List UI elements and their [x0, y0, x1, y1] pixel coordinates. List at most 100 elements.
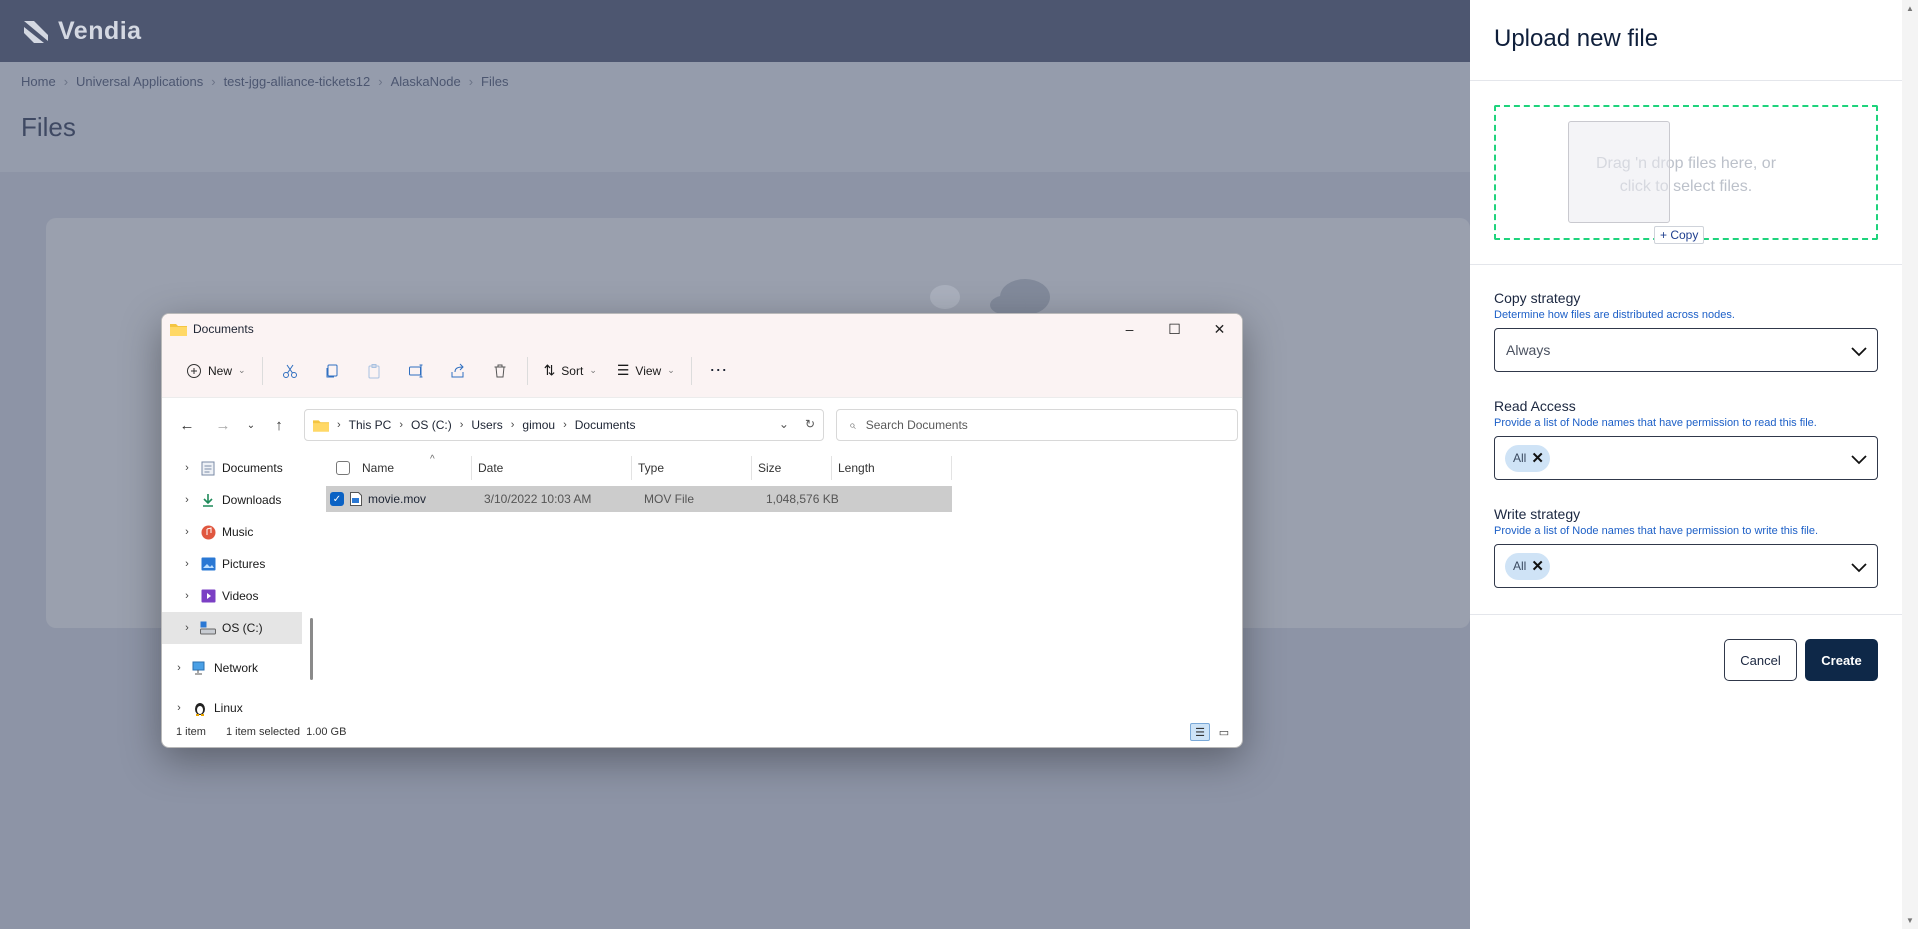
address-this-pc[interactable]: This PC	[349, 418, 392, 432]
sort-button[interactable]: ⇅ Sort ⌄	[536, 355, 605, 387]
file-explorer-window[interactable]: Documents – ☐ ✕ New ⌄ ⇅ Sort ⌄ ☰ View ⌄ …	[161, 313, 1243, 748]
remove-chip-icon[interactable]: ✕	[1531, 449, 1544, 467]
explorer-titlebar[interactable]: Documents – ☐ ✕	[162, 314, 1242, 344]
navigation-pane[interactable]: › Documents › Downloads › Music › Pictur…	[162, 452, 302, 718]
more-options-button[interactable]: ⋯	[700, 355, 738, 387]
create-button[interactable]: Create	[1805, 639, 1878, 681]
address-user[interactable]: gimou	[522, 418, 555, 432]
expand-chevron-icon[interactable]: ›	[170, 662, 188, 674]
nav-item-os-drive[interactable]: › OS (C:)	[162, 612, 302, 644]
rename-button[interactable]	[397, 355, 435, 387]
expand-chevron-icon[interactable]: ›	[178, 590, 196, 602]
breadcrumb-node[interactable]: AlaskaNode	[391, 74, 461, 89]
column-header-length[interactable]: Length	[832, 456, 952, 480]
select-all-checkbox[interactable]	[336, 461, 350, 475]
address-history-chevron-icon[interactable]: ⌄	[779, 417, 789, 431]
forward-arrow-icon[interactable]: →	[206, 410, 240, 440]
nav-item-pictures[interactable]: › Pictures	[162, 548, 302, 580]
back-arrow-icon[interactable]: ←	[170, 410, 204, 440]
minimize-icon[interactable]: –	[1107, 314, 1152, 344]
vendia-logo[interactable]: Vendia	[22, 17, 142, 46]
address-documents[interactable]: Documents	[575, 418, 636, 432]
nav-item-music[interactable]: › Music	[162, 516, 302, 548]
view-button[interactable]: ☰ View ⌄	[609, 355, 683, 387]
up-arrow-icon[interactable]: ↑	[262, 410, 296, 440]
breadcrumb-application[interactable]: test-jgg-alliance-tickets12	[224, 74, 371, 89]
close-icon[interactable]: ✕	[1197, 314, 1242, 344]
nav-item-network[interactable]: › Network	[162, 652, 302, 684]
item-count: 1 item	[176, 726, 206, 738]
sort-button-label: Sort	[561, 363, 584, 378]
expand-chevron-icon[interactable]: ›	[178, 558, 196, 570]
chevron-down-icon: ⌄	[589, 365, 597, 375]
address-drive[interactable]: OS (C:)	[411, 418, 452, 432]
new-button-label: New	[208, 363, 233, 378]
file-row[interactable]: ✓ movie.mov 3/10/2022 10:03 AM MOV File …	[326, 486, 952, 512]
delete-button[interactable]	[481, 355, 519, 387]
expand-chevron-icon[interactable]: ›	[178, 526, 196, 538]
refresh-icon[interactable]: ↻	[805, 417, 815, 431]
file-dropzone[interactable]: Drag 'n drop files here, or click to sel…	[1494, 105, 1878, 244]
breadcrumb-separator: ›	[211, 74, 216, 89]
breadcrumb-home[interactable]: Home	[21, 74, 56, 89]
nav-item-label: Pictures	[222, 557, 266, 571]
address-separator: ›	[459, 419, 464, 431]
read-access-field: Read Access Provide a list of Node names…	[1494, 398, 1878, 480]
cancel-button[interactable]: Cancel	[1724, 639, 1797, 681]
breadcrumb-files: Files	[481, 74, 509, 89]
read-access-help: Provide a list of Node names that have p…	[1494, 417, 1817, 429]
explorer-body: › Documents › Downloads › Music › Pictur…	[162, 452, 1242, 718]
address-row: ← → ⌄ ↑ › This PC › OS (C:) › Users › gi…	[162, 398, 1242, 452]
column-header-name[interactable]: Name ^	[356, 454, 472, 480]
expand-chevron-icon[interactable]: ›	[178, 494, 196, 506]
column-header-date[interactable]: Date	[472, 456, 632, 480]
column-header-type[interactable]: Type	[632, 456, 752, 480]
expand-chevron-icon[interactable]: ›	[170, 702, 188, 714]
new-button[interactable]: New ⌄	[178, 355, 254, 387]
nav-item-documents[interactable]: › Documents	[162, 452, 302, 484]
remove-chip-icon[interactable]: ✕	[1531, 557, 1544, 575]
search-documents-input[interactable]: ⌕ Search Documents	[836, 409, 1238, 441]
recent-locations-chevron-icon[interactable]: ⌄	[242, 410, 260, 440]
copy-strategy-label: Copy strategy	[1494, 290, 1581, 306]
copy-drag-tooltip: + Copy	[1654, 226, 1705, 244]
cut-button[interactable]	[271, 355, 309, 387]
address-users[interactable]: Users	[471, 418, 502, 432]
nav-item-label: Videos	[222, 589, 259, 603]
file-size: 1,048,576 KB	[766, 492, 839, 506]
address-bar[interactable]: › This PC › OS (C:) › Users › gimou › Do…	[304, 409, 824, 441]
chevron-down-icon	[1851, 347, 1867, 357]
chevron-down-icon	[1851, 563, 1867, 573]
file-list[interactable]: Name ^ Date Type Size Length ✓ movie.mov…	[302, 452, 1242, 718]
rename-icon	[408, 364, 423, 377]
column-label: Length	[838, 461, 875, 475]
column-label: Name	[362, 461, 395, 475]
scroll-up-icon[interactable]: ▲	[1906, 4, 1914, 13]
drive-icon	[200, 620, 216, 636]
tiles-view-icon[interactable]: ▭	[1214, 723, 1234, 741]
explorer-status-bar: 1 item 1 item selected 1.00 GB ☰ ▭	[162, 717, 1242, 747]
column-label: Type	[638, 461, 665, 475]
paste-button[interactable]	[355, 355, 393, 387]
nav-item-videos[interactable]: › Videos	[162, 580, 302, 612]
expand-chevron-icon[interactable]: ›	[178, 622, 196, 634]
trash-icon	[494, 364, 506, 377]
row-checkbox[interactable]: ✓	[330, 492, 344, 506]
copy-button[interactable]	[313, 355, 351, 387]
page-scrollbar[interactable]: ▲ ▼	[1902, 0, 1918, 929]
share-button[interactable]	[439, 355, 477, 387]
copy-strategy-select[interactable]: Always	[1494, 328, 1878, 372]
paste-icon	[368, 363, 380, 378]
column-header-size[interactable]: Size	[752, 456, 832, 480]
write-strategy-chip: All ✕	[1505, 552, 1550, 580]
write-strategy-select[interactable]: All ✕	[1494, 544, 1878, 588]
selected-count: 1 item selected	[225, 726, 300, 738]
expand-chevron-icon[interactable]: ›	[178, 462, 196, 474]
details-view-icon[interactable]: ☰	[1190, 723, 1210, 741]
scroll-down-icon[interactable]: ▼	[1906, 916, 1914, 925]
read-access-select[interactable]: All ✕	[1494, 436, 1878, 480]
maximize-icon[interactable]: ☐	[1152, 314, 1197, 344]
file-date: 3/10/2022 10:03 AM	[484, 492, 592, 506]
breadcrumb-universal-applications[interactable]: Universal Applications	[76, 74, 203, 89]
nav-item-downloads[interactable]: › Downloads	[162, 484, 302, 516]
